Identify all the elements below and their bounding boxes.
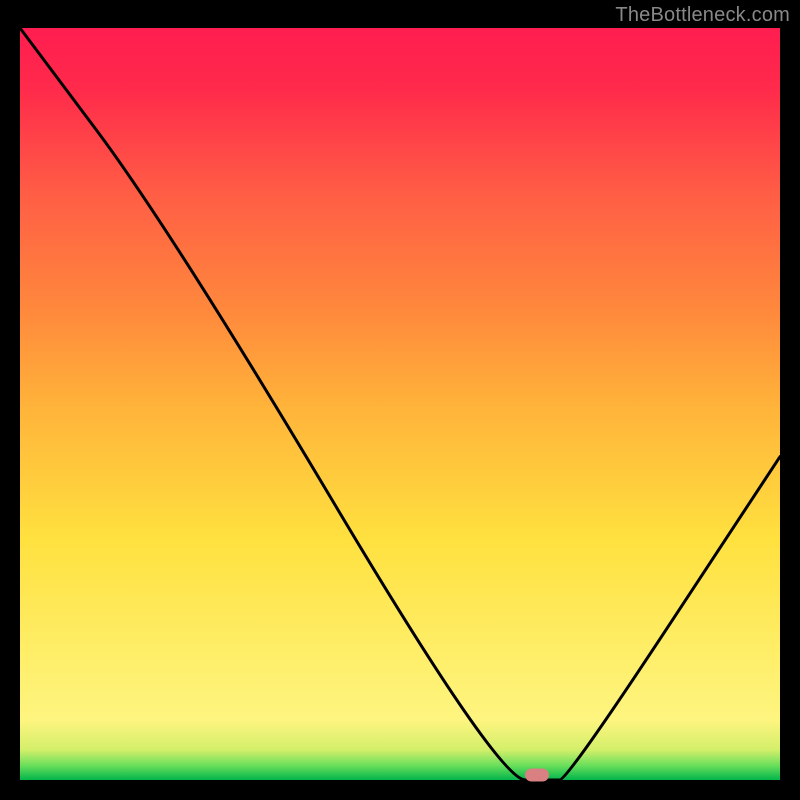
chart-frame: TheBottleneck.com — [0, 0, 800, 800]
bottleneck-curve — [20, 28, 780, 780]
plot-area — [20, 28, 780, 780]
watermark-text: TheBottleneck.com — [615, 4, 790, 27]
optimum-marker — [525, 769, 549, 782]
